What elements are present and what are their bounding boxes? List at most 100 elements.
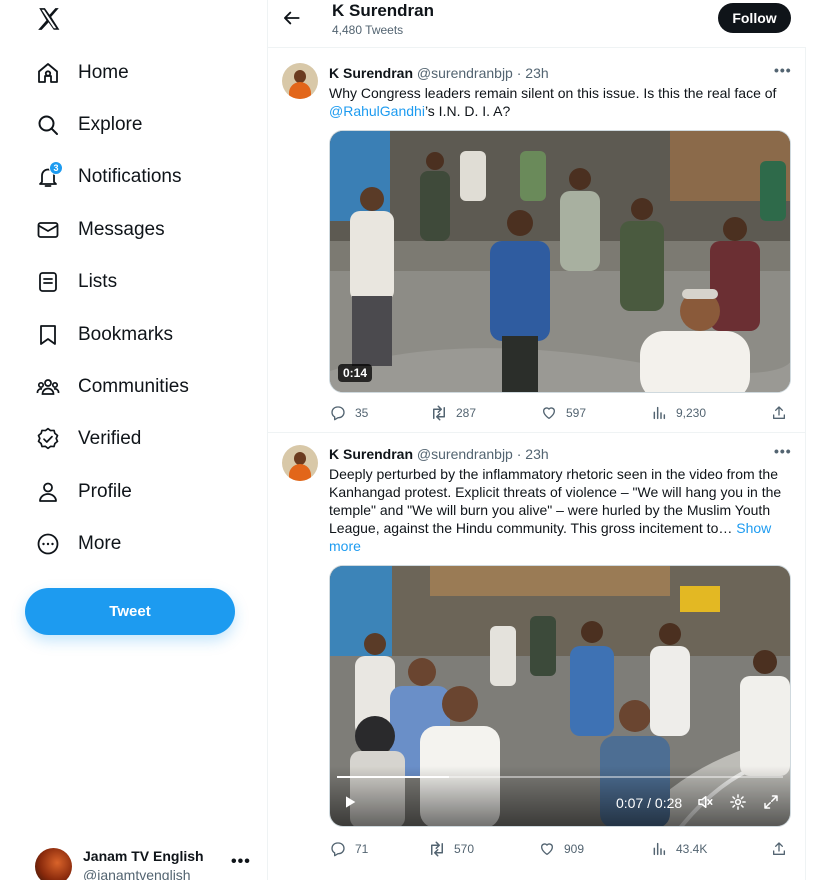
like-button[interactable]: 597	[540, 404, 586, 422]
avatar[interactable]	[282, 63, 318, 99]
x-logo-icon[interactable]	[36, 6, 62, 32]
retweet-count: 287	[456, 406, 477, 420]
tweet-button[interactable]: Tweet	[25, 588, 235, 635]
person-icon	[36, 480, 60, 504]
nav-more[interactable]: More	[36, 529, 121, 559]
tweet-header: K Surendran @surendranbjp · 23h	[329, 446, 549, 462]
mention-link[interactable]: @RahulGandhi	[329, 103, 425, 119]
tweet-count: 4,480 Tweets	[332, 23, 404, 37]
nav-explore[interactable]: Explore	[36, 110, 142, 140]
tweet[interactable]: K Surendran @surendranbjp · 23h ••• Deep…	[268, 434, 806, 880]
video-controls: 0:07 / 0:28	[330, 776, 790, 826]
fullscreen-icon[interactable]	[762, 793, 780, 816]
follow-button[interactable]: Follow	[718, 3, 791, 33]
retweet-button[interactable]: 570	[428, 840, 474, 858]
nav-home[interactable]: Home	[36, 58, 129, 88]
views-button[interactable]: 43.4K	[650, 840, 707, 858]
author-handle[interactable]: @surendranbjp · 23h	[417, 446, 549, 462]
back-arrow-icon[interactable]	[282, 8, 302, 28]
share-button[interactable]	[770, 404, 788, 422]
envelope-icon	[36, 218, 60, 242]
video-thumbnail[interactable]: 0:14	[329, 130, 791, 393]
communities-icon	[36, 375, 60, 399]
nav-label: Notifications	[78, 166, 182, 187]
page-title: K Surendran	[332, 1, 435, 20]
views-button[interactable]: 9,230	[650, 404, 706, 422]
verified-badge-icon	[36, 427, 60, 451]
nav-label: Profile	[78, 481, 132, 502]
nav-verified[interactable]: Verified	[36, 424, 141, 454]
video-time: 0:07 / 0:28	[616, 795, 683, 811]
reply-button[interactable]: 35	[329, 404, 368, 422]
retweet-icon	[428, 840, 446, 858]
retweet-button[interactable]: 287	[430, 404, 476, 422]
like-count: 597	[566, 406, 587, 420]
account-more-icon[interactable]: •••	[231, 853, 251, 871]
more-icon[interactable]: •••	[774, 62, 792, 78]
reply-button[interactable]: 71	[329, 840, 368, 858]
tweet[interactable]: K Surendran @surendranbjp · 23h ••• Why …	[268, 49, 806, 433]
reply-count: 71	[355, 842, 369, 856]
account-switcher[interactable]: Janam TV English @janamtvenglish •••	[35, 845, 257, 880]
nav-label: Bookmarks	[78, 324, 174, 345]
account-name: Janam TV English	[83, 848, 204, 864]
share-icon	[770, 840, 788, 858]
profile-header: K Surendran 4,480 Tweets Follow	[268, 0, 806, 48]
author-handle[interactable]: @surendranbjp · 23h	[417, 65, 549, 81]
notification-badge: 3	[49, 161, 63, 175]
nav-label: Verified	[78, 428, 142, 449]
bookmark-icon	[36, 323, 60, 347]
video-player[interactable]: 0:07 / 0:28	[329, 565, 791, 827]
like-count: 909	[564, 842, 585, 856]
avatar	[35, 848, 72, 880]
reply-count: 35	[355, 406, 369, 420]
tweet-text: Why Congress leaders remain silent on th…	[329, 85, 777, 119]
reply-icon	[329, 404, 347, 422]
nav-notifications[interactable]: 3 Notifications	[36, 161, 182, 192]
bell-icon: 3	[36, 161, 63, 189]
video-frame	[330, 131, 790, 392]
play-icon[interactable]	[342, 794, 358, 815]
like-button[interactable]: 909	[538, 840, 584, 858]
left-sidebar: Home Explore 3 Notifications Messages Li…	[0, 0, 267, 880]
avatar[interactable]	[282, 445, 318, 481]
nav-label: Messages	[78, 219, 165, 240]
settings-gear-icon[interactable]	[729, 793, 747, 816]
video-progress-bar[interactable]	[337, 776, 783, 778]
nav-label: Communities	[78, 376, 189, 397]
tweet-actions: 35 287 597 9,230	[329, 404, 791, 424]
share-button[interactable]	[770, 840, 788, 858]
search-icon	[36, 113, 60, 137]
nav-label: Explore	[78, 114, 143, 135]
nav-messages[interactable]: Messages	[36, 215, 165, 245]
nav-label: Lists	[78, 271, 118, 292]
more-circle-icon	[36, 532, 60, 556]
video-progress-fill	[337, 776, 449, 778]
nav-label: More	[78, 533, 122, 554]
reply-icon	[329, 840, 347, 858]
mute-icon[interactable]	[696, 793, 714, 816]
tweet-header: K Surendran @surendranbjp · 23h	[329, 65, 549, 81]
analytics-icon	[650, 404, 668, 422]
analytics-icon	[650, 840, 668, 858]
video-duration: 0:14	[338, 364, 373, 382]
home-icon	[36, 61, 60, 85]
nav-bookmarks[interactable]: Bookmarks	[36, 320, 173, 350]
account-handle: @janamtvenglish	[83, 867, 191, 880]
nav-profile[interactable]: Profile	[36, 477, 132, 507]
author-name[interactable]: K Surendran	[329, 446, 413, 462]
list-icon	[36, 270, 60, 294]
view-count: 43.4K	[676, 842, 708, 856]
view-count: 9,230	[676, 406, 707, 420]
share-icon	[770, 404, 788, 422]
nav-lists[interactable]: Lists	[36, 267, 117, 297]
retweet-count: 570	[454, 842, 475, 856]
more-icon[interactable]: •••	[774, 443, 792, 459]
nav-communities[interactable]: Communities	[36, 372, 189, 402]
heart-icon	[538, 840, 556, 858]
tweet-actions: 71 570 909 43.4K	[329, 840, 791, 860]
main-column: K Surendran 4,480 Tweets Follow K Surend…	[267, 0, 806, 880]
author-name[interactable]: K Surendran	[329, 65, 413, 81]
nav-label: Home	[78, 62, 129, 83]
tweet-text: Deeply perturbed by the inflammatory rhe…	[329, 466, 782, 554]
